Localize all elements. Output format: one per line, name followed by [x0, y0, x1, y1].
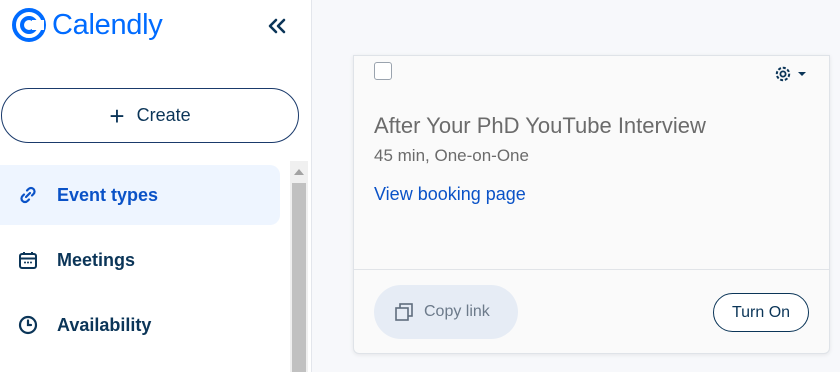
sidebar-item-label: Availability — [57, 314, 152, 335]
turn-on-button[interactable]: Turn On — [713, 293, 809, 332]
view-booking-page-link[interactable]: View booking page — [374, 184, 526, 205]
calendly-logo[interactable]: Calendly — [12, 8, 163, 42]
create-button[interactable]: + Create — [1, 88, 299, 143]
calendly-logo-icon — [12, 8, 46, 42]
clock-icon — [18, 315, 38, 335]
link-icon — [18, 185, 38, 205]
plus-icon: + — [109, 100, 125, 131]
event-duration: 45 min, One-on-One — [374, 146, 529, 165]
brand-name: Calendly — [52, 8, 163, 41]
create-label: Create — [136, 105, 191, 125]
scrollbar-thumb[interactable] — [292, 183, 306, 372]
event-title: After Your PhD YouTube Interview — [374, 113, 706, 138]
collapse-sidebar-button[interactable] — [266, 16, 288, 36]
gear-icon — [775, 66, 791, 82]
sidebar: Calendly + Create Event types Meetings A… — [0, 0, 312, 372]
double-chevron-left-icon — [268, 18, 286, 34]
event-type-card: After Your PhD YouTube Interview 45 min,… — [353, 55, 830, 354]
scroll-up-arrow-icon[interactable] — [290, 161, 308, 183]
sidebar-item-label: Meetings — [57, 249, 136, 270]
sidebar-scrollbar[interactable] — [290, 161, 308, 372]
card-divider — [354, 269, 829, 270]
sidebar-item-availability[interactable]: Availability — [0, 295, 280, 355]
copy-link-label: Copy link — [424, 303, 490, 320]
sidebar-item-label: Event types — [57, 184, 159, 205]
copy-link-button[interactable]: Copy link — [374, 285, 518, 339]
sidebar-item-event-types[interactable]: Event types — [0, 165, 280, 225]
turn-on-label: Turn On — [731, 303, 791, 321]
calendar-icon — [18, 250, 38, 270]
settings-menu-button[interactable] — [773, 64, 808, 84]
caret-down-icon — [798, 72, 806, 76]
sidebar-item-meetings[interactable]: Meetings — [0, 230, 280, 290]
copy-icon — [394, 302, 414, 322]
select-checkbox[interactable] — [374, 62, 392, 80]
